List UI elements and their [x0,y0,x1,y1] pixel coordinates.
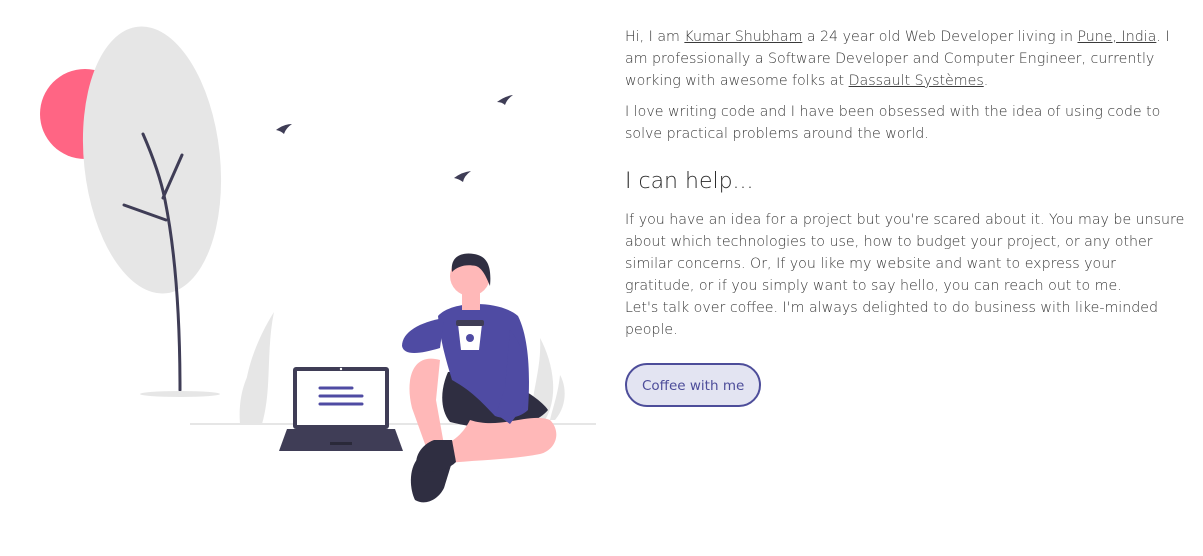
location-link[interactable]: Pune, India [1078,29,1157,45]
company-link[interactable]: Dassault Systèmes [849,73,984,89]
intro-paragraph: Hi, I am Kumar Shubham a 24 year old Web… [625,26,1185,92]
intro-middle-text: a 24 year old Web Developer living in [806,29,1073,45]
intro-prefix-text: Hi, I am [625,29,680,45]
help-heading: I can help... [625,169,754,194]
about-section: Hi, I am Kumar Shubham a 24 year old Web… [625,26,1185,407]
tree-ground-shadow [140,391,220,397]
coffee-with-me-button[interactable]: Coffee with me [625,363,762,407]
laptop [279,367,403,451]
love-paragraph: I love writing code and I have been obse… [625,104,1161,142]
intro-end-text: . [983,73,989,89]
help-closing-paragraph: Let's talk over coffee. I'm always delig… [625,300,1158,338]
birds [276,95,513,182]
help-paragraph: If you have an idea for a project but yo… [625,212,1185,294]
developer-illustration [40,26,596,503]
name-link[interactable]: Kumar Shubham [684,29,802,45]
person [402,253,557,503]
